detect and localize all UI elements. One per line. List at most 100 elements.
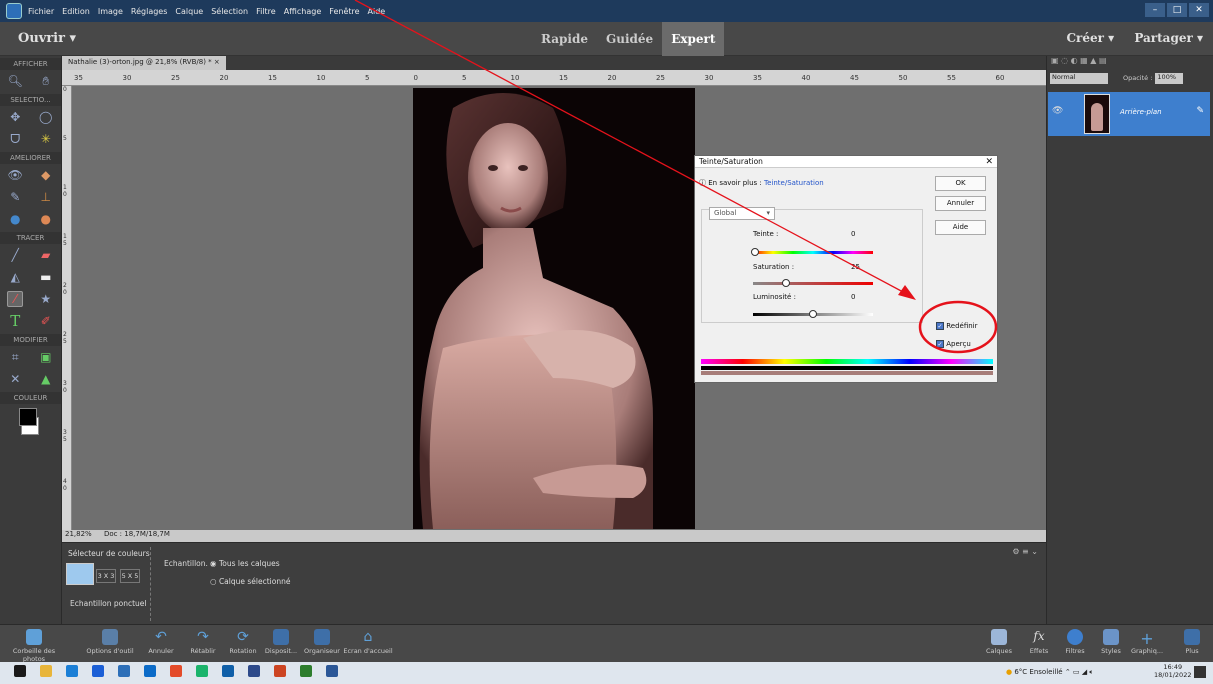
clock[interactable]: 16:49 18/01/2022 <box>1154 663 1191 679</box>
undo-button[interactable]: ↶ Annuler <box>142 625 180 655</box>
blur-tool-icon[interactable]: ● <box>7 211 23 227</box>
type-tool-icon[interactable]: T <box>7 312 23 330</box>
open-button[interactable]: Ouvrir ▾ <box>18 31 76 46</box>
close-window-button[interactable]: ✕ <box>1189 3 1209 17</box>
redo-button[interactable]: ↷ Rétablir <box>184 625 222 655</box>
pencil-tool-icon[interactable]: ✐ <box>38 313 54 329</box>
taskbar-app-icon[interactable] <box>326 665 338 677</box>
preview-checkbox[interactable]: ✓ Aperçu <box>936 340 971 348</box>
sponge-tool-icon[interactable]: ● <box>38 211 54 227</box>
menu-item-5[interactable]: Sélection <box>211 7 248 16</box>
hue-slider-thumb[interactable] <box>751 248 759 256</box>
home-screen-button[interactable]: ⌂ Ecran d'accueil <box>340 625 396 655</box>
radio-selected-layer[interactable]: ○ Calque sélectionné <box>210 577 290 586</box>
taskbar-app-icon[interactable] <box>40 665 52 677</box>
taskbar-app-icon[interactable] <box>92 665 104 677</box>
menu-item-3[interactable]: Réglages <box>131 7 168 16</box>
sample-5x5-button[interactable]: 5 X 5 <box>120 569 140 583</box>
lasso-tool-icon[interactable]: ᗜ <box>7 131 23 147</box>
brush-tool-icon[interactable]: ╱ <box>7 247 23 263</box>
taskbar-app-icon[interactable] <box>196 665 208 677</box>
spot-healing-icon[interactable]: ◆ <box>38 167 54 183</box>
menu-item-0[interactable]: Fichier <box>28 7 54 16</box>
options-menu-icon[interactable]: ⚙ ≡ ⌄ <box>1012 547 1038 556</box>
dialog-close-icon[interactable]: ✕ <box>985 156 993 168</box>
marquee-tool-icon[interactable]: ◯ <box>38 109 54 125</box>
graphics-button[interactable]: + Graphiq... <box>1126 625 1168 655</box>
radio-all-layers[interactable]: ◉ Tous les calques <box>210 559 280 568</box>
more-button[interactable]: Plus <box>1176 625 1208 655</box>
lightness-slider[interactable] <box>753 310 873 318</box>
crop-tool-icon[interactable]: ⌗ <box>7 349 23 365</box>
document-photo[interactable] <box>413 88 695 529</box>
eyedropper-tool-icon[interactable]: ⁄ <box>7 291 24 307</box>
hue-slider[interactable] <box>751 248 873 256</box>
opacity-input[interactable]: 100% <box>1155 72 1184 84</box>
taskbar-app-icon[interactable] <box>222 665 234 677</box>
taskbar-app-icon[interactable] <box>144 665 156 677</box>
tab-guidee[interactable]: Guidée <box>597 22 662 56</box>
layers-toolbar-icon[interactable]: ▣ ◌ ◐ ▦ ▲ ▤ <box>1047 56 1213 70</box>
gradient-tool-icon[interactable]: ▬ <box>38 269 54 285</box>
paint-bucket-icon[interactable]: ◭ <box>7 269 23 285</box>
visibility-eye-icon[interactable]: 👁︎ <box>1052 106 1063 116</box>
straighten-tool-icon[interactable]: ▲ <box>38 371 54 387</box>
menu-item-8[interactable]: Fenêtre <box>329 7 359 16</box>
cancel-button[interactable]: Annuler <box>935 196 986 211</box>
layers-button[interactable]: Calques <box>982 625 1016 655</box>
menu-item-1[interactable]: Edition <box>62 7 90 16</box>
taskbar-app-icon[interactable] <box>300 665 312 677</box>
blend-mode-select[interactable]: Normal <box>1050 72 1108 84</box>
clone-stamp-icon[interactable]: ⊥ <box>38 189 54 205</box>
rotate-button[interactable]: ⟳ Rotation <box>224 625 262 655</box>
help-button[interactable]: Aide <box>935 220 986 235</box>
tab-expert[interactable]: Expert <box>662 22 725 56</box>
sample-3x3-button[interactable]: 3 X 3 <box>96 569 116 583</box>
magic-wand-icon[interactable]: ✳ <box>38 131 54 147</box>
zoom-level[interactable]: 21,82% <box>65 530 92 538</box>
photo-bin-button[interactable]: Corbeille des photos <box>4 625 64 663</box>
ok-button[interactable]: OK <box>935 176 986 191</box>
minimize-button[interactable]: – <box>1145 3 1165 17</box>
smart-brush-icon[interactable]: ✎ <box>7 189 23 205</box>
taskbar-app-icon[interactable] <box>66 665 78 677</box>
red-eye-tool-icon[interactable]: 👁︎ <box>7 167 23 183</box>
organizer-button[interactable]: Organiseur <box>300 625 344 655</box>
taskbar-app-icon[interactable] <box>248 665 260 677</box>
sample-point-icon[interactable] <box>66 563 94 585</box>
create-button[interactable]: Créer ▾ <box>1066 31 1114 45</box>
preset-select[interactable]: Global ▾ <box>709 207 775 220</box>
taskbar-app-icon[interactable] <box>14 665 26 677</box>
tab-rapide[interactable]: Rapide <box>532 22 597 56</box>
weather-widget[interactable]: ● 6°C Ensoleillé ⌃ ▭ ◢ 🔈︎ <box>1006 668 1094 677</box>
maximize-button[interactable]: □ <box>1167 3 1187 17</box>
filters-button[interactable]: Filtres <box>1060 625 1090 655</box>
recompose-tool-icon[interactable]: ▣ <box>38 349 54 365</box>
eraser-tool-icon[interactable]: ▰ <box>38 247 54 263</box>
share-button[interactable]: Partager ▾ <box>1134 31 1203 45</box>
foreground-color-swatch[interactable] <box>19 408 37 426</box>
custom-shape-icon[interactable]: ★ <box>38 291 54 307</box>
tool-options-button[interactable]: Options d'outil <box>86 625 134 655</box>
effects-button[interactable]: fx Effets <box>1024 625 1054 655</box>
lightness-slider-thumb[interactable] <box>809 310 817 318</box>
hand-tool-icon[interactable]: ✋︎ <box>38 73 54 89</box>
layer-row[interactable]: 👁︎ Arrière-plan ✎ <box>1048 92 1210 136</box>
move-tool-icon[interactable]: ✥ <box>7 109 23 125</box>
content-move-icon[interactable]: ✕ <box>7 371 23 387</box>
styles-button[interactable]: Styles <box>1096 625 1126 655</box>
menu-item-2[interactable]: Image <box>98 7 123 16</box>
menu-item-9[interactable]: Aide <box>368 7 386 16</box>
menu-item-4[interactable]: Calque <box>175 7 203 16</box>
document-tab[interactable]: Nathalie (3)-orton.jpg @ 21,8% (RVB/8) *… <box>62 56 226 70</box>
saturation-slider[interactable] <box>753 279 873 287</box>
taskbar-app-icon[interactable] <box>118 665 130 677</box>
taskbar-app-icon[interactable] <box>170 665 182 677</box>
menu-item-6[interactable]: Filtre <box>256 7 276 16</box>
taskbar-app-icon[interactable] <box>274 665 286 677</box>
learn-link[interactable]: Teinte/Saturation <box>764 179 824 187</box>
zoom-tool-icon[interactable]: 🔍︎ <box>7 73 23 89</box>
redefine-checkbox[interactable]: ✓ Redéfinir <box>936 322 978 330</box>
saturation-slider-thumb[interactable] <box>782 279 790 287</box>
menu-item-7[interactable]: Affichage <box>284 7 322 16</box>
